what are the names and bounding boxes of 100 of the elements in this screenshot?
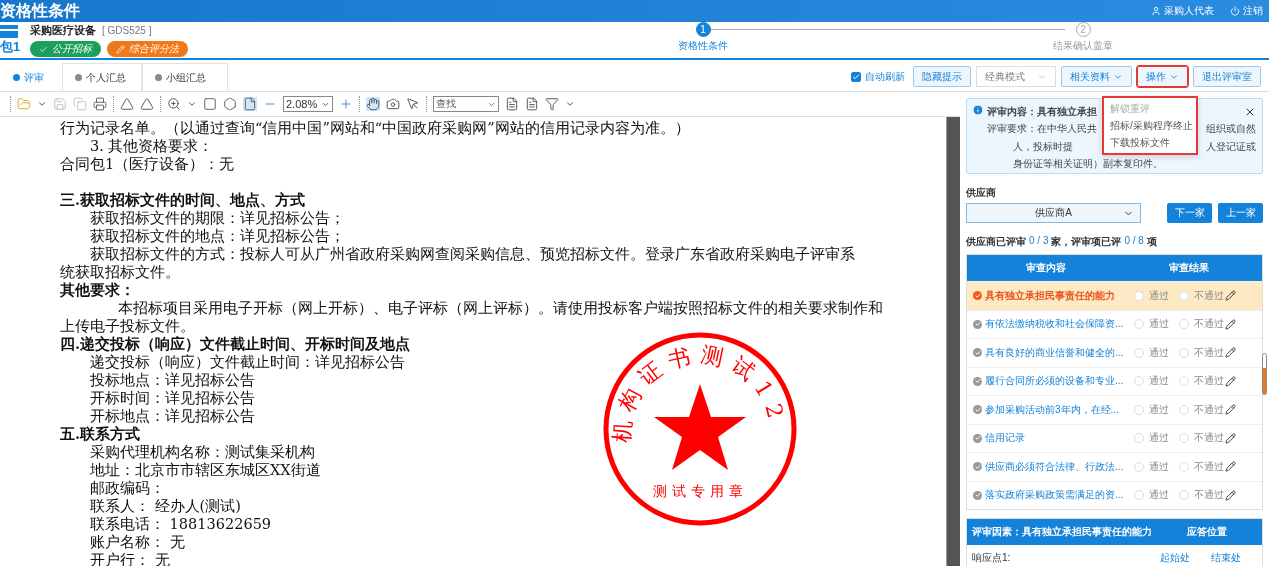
review-item: 信用记录 bbox=[985, 431, 1025, 446]
document-line: 统获取招标文件。 bbox=[60, 263, 180, 281]
document-heading: 三.获取招标文件的时间、地点、方式 bbox=[60, 190, 306, 209]
logout-link[interactable]: 注销 bbox=[1243, 4, 1263, 18]
user-link[interactable]: 采购人代表 bbox=[1164, 4, 1214, 18]
progress-text: 供应商已评审 bbox=[966, 235, 1026, 249]
document-icon[interactable] bbox=[525, 97, 539, 111]
review-item: 具有良好的商业信誉和健全的... bbox=[985, 345, 1124, 360]
start-link[interactable]: 起始处 bbox=[1159, 551, 1211, 565]
tab[interactable]: 小组汇总 bbox=[142, 63, 228, 91]
scrollbar[interactable] bbox=[946, 117, 960, 566]
document-icon[interactable] bbox=[505, 97, 519, 111]
pass-radio[interactable] bbox=[1134, 433, 1144, 444]
caret-icon[interactable] bbox=[187, 99, 197, 109]
document-line: 联系电话： 18813622659 bbox=[89, 515, 272, 533]
step-number: 2 bbox=[1075, 22, 1091, 37]
zoom-field[interactable]: 2.08% bbox=[283, 96, 333, 112]
filter-icon[interactable] bbox=[545, 97, 559, 111]
document-line: 开标地点：详见招标公告 bbox=[89, 407, 255, 425]
fail-radio[interactable] bbox=[1179, 347, 1189, 358]
pass-radio[interactable] bbox=[1134, 376, 1144, 387]
supplier-label: 供应商 bbox=[966, 186, 997, 200]
radio-label: 通过 bbox=[1149, 345, 1169, 360]
pass-radio[interactable] bbox=[1134, 290, 1144, 301]
edit-icon[interactable] bbox=[1225, 375, 1236, 387]
edit-icon[interactable] bbox=[1225, 290, 1236, 302]
progress-text: 项 bbox=[1146, 235, 1157, 249]
pass-radio[interactable] bbox=[1134, 490, 1144, 501]
edit-icon[interactable] bbox=[1225, 347, 1236, 359]
radio-label: 不通过 bbox=[1194, 459, 1224, 474]
document-line: 联系人： 经办人(测试) bbox=[89, 497, 241, 515]
document-line: 采购代理机构名称：测试集采机构 bbox=[89, 443, 315, 461]
find-field[interactable]: 查找 bbox=[433, 96, 499, 112]
check-icon bbox=[852, 72, 860, 81]
pointer-icon[interactable] bbox=[406, 97, 420, 111]
supplier-select[interactable]: 供应商A bbox=[966, 203, 1142, 223]
zoom-in-icon[interactable] bbox=[167, 97, 181, 111]
print-icon[interactable] bbox=[93, 97, 107, 111]
folder-open-icon[interactable] bbox=[17, 97, 31, 111]
pass-radio[interactable] bbox=[1134, 461, 1144, 472]
step-label: 资格性条件 bbox=[678, 39, 728, 53]
fail-radio[interactable] bbox=[1179, 461, 1189, 472]
mode-select[interactable]: 经典模式 bbox=[976, 66, 1056, 87]
tab[interactable]: 个人汇总 bbox=[62, 63, 142, 91]
pass-radio[interactable] bbox=[1134, 404, 1144, 415]
radio-label: 通过 bbox=[1149, 402, 1169, 417]
package-label: 包1 bbox=[0, 37, 21, 56]
caret-icon[interactable] bbox=[565, 99, 575, 109]
method-badge: 综合评分法 bbox=[107, 41, 188, 57]
info-icon bbox=[972, 104, 984, 116]
auto-refresh-checkbox[interactable]: 自动刷新 bbox=[851, 69, 905, 84]
edit-icon[interactable] bbox=[1225, 432, 1236, 444]
next-button[interactable]: 下一家 bbox=[1167, 203, 1213, 223]
camera-icon[interactable] bbox=[386, 97, 400, 111]
document-line: 开标时间：详见招标公告 bbox=[89, 389, 255, 407]
hand-icon[interactable] bbox=[366, 97, 380, 111]
edit-icon[interactable] bbox=[1225, 318, 1236, 330]
fit-page-icon[interactable] bbox=[203, 97, 217, 111]
radio-label: 不通过 bbox=[1194, 431, 1224, 446]
check-icon bbox=[973, 405, 982, 415]
fail-radio[interactable] bbox=[1179, 404, 1189, 415]
caret-icon[interactable] bbox=[37, 99, 47, 109]
document-line: 上传电子投标文件。 bbox=[60, 317, 195, 335]
menu-item[interactable]: 招标/采购程序终止 bbox=[1104, 117, 1196, 134]
fail-radio[interactable] bbox=[1179, 290, 1189, 301]
pass-radio[interactable] bbox=[1134, 319, 1144, 330]
column-header: 审查内容 bbox=[1024, 261, 1067, 275]
radio-label: 通过 bbox=[1149, 317, 1169, 332]
document-line: 行为记录名单。（以通过查询“信用中国”网站和“中国政府采购网”网站的信用记录内容为准。） bbox=[60, 119, 690, 137]
check-icon bbox=[973, 291, 982, 301]
edit-icon[interactable] bbox=[1225, 489, 1236, 501]
scrollbar[interactable] bbox=[1262, 353, 1267, 395]
document-line: 本招标项目采用电子开标（网上开标）、电子评标（网上评标）。请使用投标客户端按照招标文件的相关要求制作和 bbox=[117, 299, 883, 317]
edit-icon[interactable] bbox=[1225, 404, 1236, 416]
fail-radio[interactable] bbox=[1179, 319, 1189, 330]
hide-tips-button[interactable]: 隐藏提示 bbox=[913, 66, 971, 87]
exit-button[interactable]: 退出评审室 bbox=[1193, 66, 1261, 87]
fail-radio[interactable] bbox=[1179, 490, 1189, 501]
fail-radio[interactable] bbox=[1179, 433, 1189, 444]
materials-button[interactable]: 相关资料 bbox=[1061, 66, 1132, 87]
document-heading: 其他要求： bbox=[60, 281, 135, 299]
document-line: 账户名称： 无 bbox=[89, 533, 185, 551]
pass-radio[interactable] bbox=[1134, 347, 1144, 358]
review-row[interactable]: 具有独立承担民事责任的能力 通过 不通过 bbox=[967, 281, 1262, 310]
radio-label: 不通过 bbox=[1194, 317, 1224, 332]
power-icon bbox=[1230, 6, 1240, 16]
zoom-plus-icon[interactable] bbox=[339, 97, 353, 111]
progress-count: 0 / 8 bbox=[1124, 235, 1144, 248]
end-link[interactable]: 结束处 bbox=[1210, 551, 1262, 565]
user-icon bbox=[1151, 6, 1161, 16]
fail-radio[interactable] bbox=[1179, 376, 1189, 387]
page-icon[interactable] bbox=[243, 97, 257, 111]
previous-button[interactable]: 上一家 bbox=[1218, 203, 1263, 223]
operations-button[interactable]: 操作 bbox=[1137, 66, 1188, 87]
menu-item[interactable]: 下载投标文件 bbox=[1104, 134, 1196, 151]
method-badge: 公开招标 bbox=[30, 41, 101, 57]
edit-icon[interactable] bbox=[1225, 461, 1236, 473]
radio-label: 通过 bbox=[1149, 288, 1169, 303]
check-icon bbox=[973, 433, 982, 443]
info-text: 人，投标时提 bbox=[1013, 139, 1073, 154]
